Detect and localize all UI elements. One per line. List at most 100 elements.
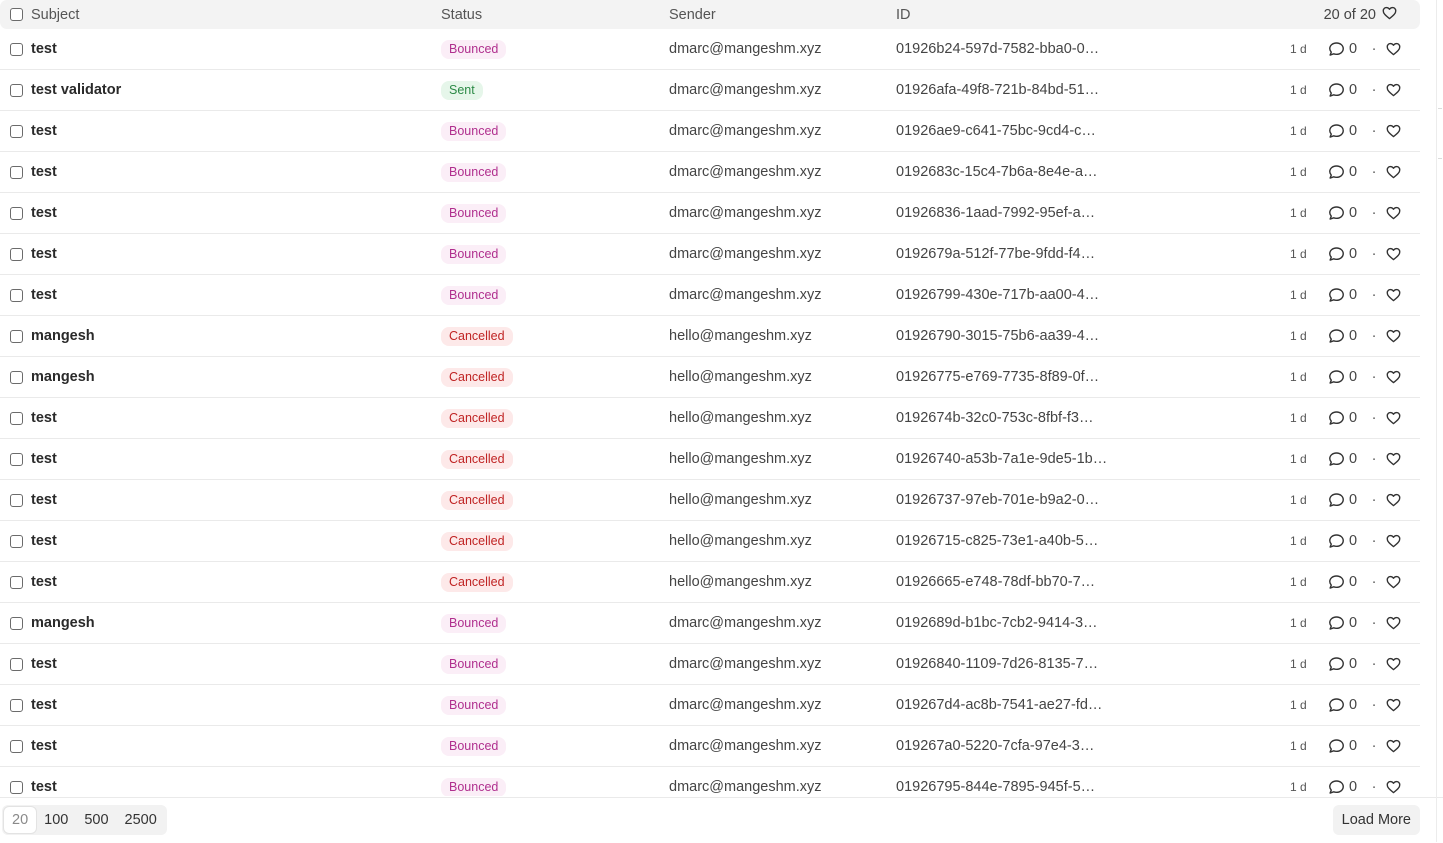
row-subject[interactable]: test xyxy=(31,656,57,672)
row-select-cell xyxy=(10,439,24,479)
id-cell: 01926795-844e-7895-945f-5… xyxy=(896,767,1111,796)
table-row[interactable]: test Bounced dmarc@mangeshm.xyz 01926b24-59… xyxy=(0,29,1420,70)
table-row[interactable]: test Bounced dmarc@mangeshm.xyz 01926840-11… xyxy=(0,644,1420,685)
row-checkbox[interactable] xyxy=(10,124,23,138)
heart-icon[interactable] xyxy=(1380,247,1406,261)
column-header-status[interactable]: Status xyxy=(441,0,641,29)
heart-icon[interactable] xyxy=(1380,739,1406,753)
heart-icon[interactable] xyxy=(1380,780,1406,794)
heart-icon[interactable] xyxy=(1380,616,1406,630)
row-subject[interactable]: test xyxy=(31,246,57,262)
table-row[interactable]: test Bounced dmarc@mangeshm.xyz 0192679a-51… xyxy=(0,234,1420,275)
table-row[interactable]: test Bounced dmarc@mangeshm.xyz 01926799-43… xyxy=(0,275,1420,316)
sender-cell: hello@mangeshm.xyz xyxy=(669,398,889,438)
page-size-2500-button[interactable]: 2500 xyxy=(117,807,165,833)
row-subject[interactable]: mangesh xyxy=(31,615,95,631)
table-row[interactable]: test validator Sent dmarc@mangeshm.xyz 0192… xyxy=(0,70,1420,111)
table-row[interactable]: test Cancelled hello@mangeshm.xyz 01926737-… xyxy=(0,480,1420,521)
row-checkbox[interactable] xyxy=(10,452,23,466)
heart-icon[interactable] xyxy=(1380,575,1406,589)
row-checkbox[interactable] xyxy=(10,616,23,630)
comment-icon xyxy=(1328,738,1345,754)
page-size-100-button[interactable]: 100 xyxy=(36,807,76,833)
row-subject[interactable]: test xyxy=(31,410,57,426)
table-row[interactable]: test Cancelled hello@mangeshm.xyz 01926715-… xyxy=(0,521,1420,562)
table-row[interactable]: test Bounced dmarc@mangeshm.xyz 01926795-84… xyxy=(0,767,1420,796)
table-row[interactable]: test Cancelled hello@mangeshm.xyz 01926740-… xyxy=(0,439,1420,480)
row-checkbox[interactable] xyxy=(10,698,23,712)
row-meta: 1 d 0 · xyxy=(1290,111,1406,151)
table-row[interactable]: test Cancelled hello@mangeshm.xyz 01926665-… xyxy=(0,562,1420,603)
row-subject[interactable]: test xyxy=(31,451,57,467)
table-row[interactable]: mangesh Bounced dmarc@mangeshm.xyz 0192689d… xyxy=(0,603,1420,644)
heart-icon[interactable] xyxy=(1380,206,1406,220)
row-checkbox[interactable] xyxy=(10,575,23,589)
row-subject[interactable]: test xyxy=(31,164,57,180)
heart-icon[interactable] xyxy=(1380,124,1406,138)
heart-icon[interactable] xyxy=(1380,534,1406,548)
heart-icon[interactable] xyxy=(1380,370,1406,384)
table-row[interactable]: test Bounced dmarc@mangeshm.xyz 01926836-1a… xyxy=(0,193,1420,234)
row-subject[interactable]: test xyxy=(31,533,57,549)
scrollbar-track[interactable] xyxy=(1436,0,1437,842)
table-row[interactable]: mangesh Cancelled hello@mangeshm.xyz 019267… xyxy=(0,357,1420,398)
row-checkbox[interactable] xyxy=(10,739,23,753)
select-all-checkbox[interactable] xyxy=(10,8,23,21)
heart-icon[interactable] xyxy=(1380,452,1406,466)
column-header-id[interactable]: ID xyxy=(896,0,1111,29)
id-cell: 019267a0-5220-7cfa-97e4-3… xyxy=(896,726,1111,766)
heart-icon[interactable] xyxy=(1380,698,1406,712)
row-subject[interactable]: test xyxy=(31,697,57,713)
row-checkbox[interactable] xyxy=(10,83,23,97)
row-checkbox[interactable] xyxy=(10,247,23,261)
row-checkbox[interactable] xyxy=(10,493,23,507)
row-checkbox[interactable] xyxy=(10,411,23,425)
status-badge: Bounced xyxy=(441,244,507,264)
row-checkbox[interactable] xyxy=(10,206,23,220)
heart-icon[interactable] xyxy=(1380,42,1406,56)
row-subject[interactable]: test xyxy=(31,779,57,795)
row-checkbox[interactable] xyxy=(10,165,23,179)
row-sender: dmarc@mangeshm.xyz xyxy=(669,41,822,57)
row-subject[interactable]: test xyxy=(31,205,57,221)
heart-icon[interactable] xyxy=(1380,411,1406,425)
heart-icon[interactable] xyxy=(1380,493,1406,507)
table-row[interactable]: test Bounced dmarc@mangeshm.xyz 01926ae9-c6… xyxy=(0,111,1420,152)
row-subject[interactable]: test validator xyxy=(31,82,121,98)
table-row[interactable]: test Cancelled hello@mangeshm.xyz 0192674b-… xyxy=(0,398,1420,439)
comment-count: 0 xyxy=(1349,82,1358,98)
row-meta: 1 d 0 · xyxy=(1290,603,1406,643)
table-row[interactable]: test Bounced dmarc@mangeshm.xyz 019267a0-52… xyxy=(0,726,1420,767)
row-checkbox[interactable] xyxy=(10,657,23,671)
comment-icon xyxy=(1328,287,1345,303)
column-header-sender[interactable]: Sender xyxy=(669,0,889,29)
heart-icon[interactable] xyxy=(1380,83,1406,97)
row-checkbox[interactable] xyxy=(10,42,23,56)
row-checkbox[interactable] xyxy=(10,288,23,302)
row-subject[interactable]: test xyxy=(31,123,57,139)
row-subject[interactable]: test xyxy=(31,574,57,590)
page-size-500-button[interactable]: 500 xyxy=(76,807,116,833)
row-subject[interactable]: mangesh xyxy=(31,328,95,344)
heart-icon[interactable] xyxy=(1380,657,1406,671)
row-subject[interactable]: test xyxy=(31,287,57,303)
row-checkbox[interactable] xyxy=(10,329,23,343)
heart-icon[interactable] xyxy=(1380,288,1406,302)
table-row[interactable]: test Bounced dmarc@mangeshm.xyz 0192683c-15… xyxy=(0,152,1420,193)
heart-icon[interactable] xyxy=(1380,165,1406,179)
table-row[interactable]: test Bounced dmarc@mangeshm.xyz 019267d4-ac… xyxy=(0,685,1420,726)
row-subject[interactable]: test xyxy=(31,492,57,508)
heart-icon[interactable] xyxy=(1382,6,1397,24)
row-checkbox[interactable] xyxy=(10,534,23,548)
row-subject[interactable]: mangesh xyxy=(31,369,95,385)
row-subject[interactable]: test xyxy=(31,41,57,57)
row-subject[interactable]: test xyxy=(31,738,57,754)
heart-icon[interactable] xyxy=(1380,329,1406,343)
row-checkbox[interactable] xyxy=(10,780,23,794)
column-header-subject[interactable]: Subject xyxy=(31,0,431,29)
table-row[interactable]: mangesh Cancelled hello@mangeshm.xyz 019267… xyxy=(0,316,1420,357)
row-sender: hello@mangeshm.xyz xyxy=(669,574,812,590)
load-more-button[interactable]: Load More xyxy=(1332,805,1420,835)
row-checkbox[interactable] xyxy=(10,370,23,384)
page-size-20-button[interactable]: 20 xyxy=(4,807,37,833)
